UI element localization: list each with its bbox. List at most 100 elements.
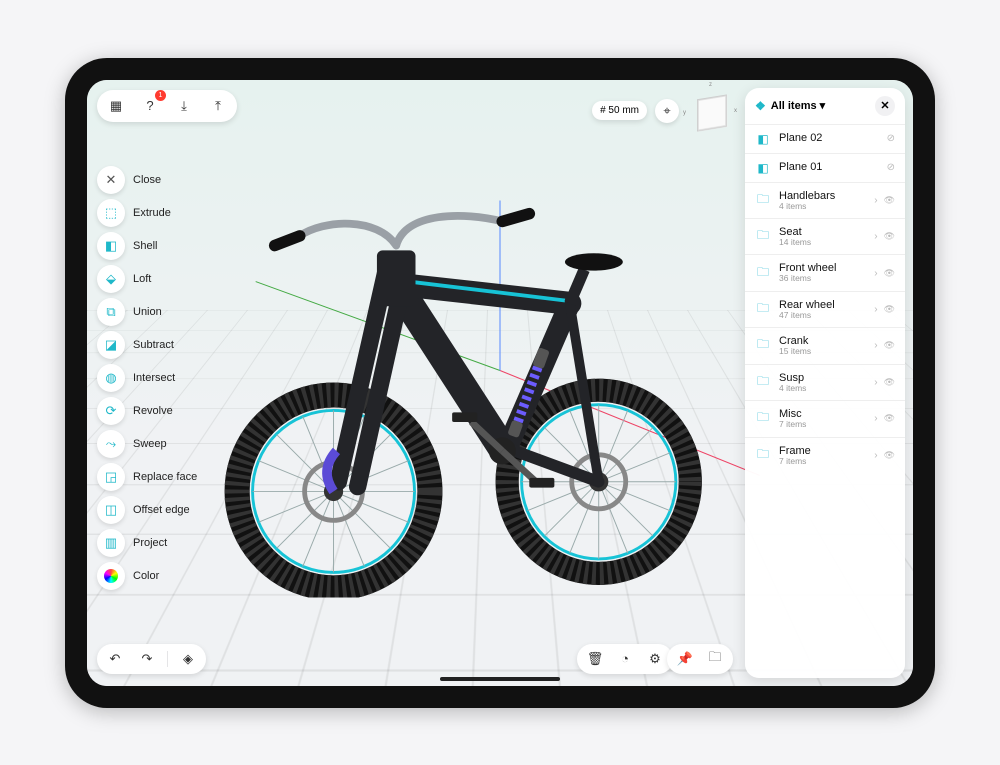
shell-icon: ◧: [97, 232, 125, 260]
close-panel-icon[interactable]: ✕: [875, 96, 895, 116]
chevron-right-icon[interactable]: ›: [874, 231, 877, 242]
tool-label: Union: [133, 306, 162, 318]
top-right-toolbar: # 50 mm ⌖ x y z: [592, 90, 733, 132]
view-cube[interactable]: x y z: [691, 90, 733, 132]
outline-row[interactable]: 🗀Rear wheel47 items›👁: [745, 291, 905, 327]
visibility-icon[interactable]: 👁: [884, 231, 895, 242]
union-icon: ⧉: [97, 298, 125, 326]
grid-size-chip[interactable]: # 50 mm: [592, 101, 647, 120]
viewcube-z: z: [709, 82, 712, 88]
visibility-icon[interactable]: 👁: [884, 377, 895, 388]
chevron-right-icon[interactable]: ›: [874, 340, 877, 351]
folder-icon: 🗀: [755, 372, 771, 393]
pin-icon[interactable]: 📌: [673, 647, 697, 671]
bottom-left-toolbar: ↶ ↷ ◈: [97, 644, 206, 674]
model-preview[interactable]: [213, 192, 753, 597]
offset-edge-icon: ◫: [97, 496, 125, 524]
visibility-icon[interactable]: 👁: [884, 304, 895, 315]
chevron-right-icon[interactable]: ›: [874, 450, 877, 461]
item-sub: 7 items: [779, 420, 866, 429]
hidden-icon[interactable]: ⊘: [887, 162, 895, 173]
outline-row[interactable]: ◧Plane 01⊘: [745, 153, 905, 182]
visibility-icon[interactable]: 👁: [884, 340, 895, 351]
outline-row[interactable]: 🗀Misc7 items›👁: [745, 400, 905, 436]
tool-label: Sweep: [133, 438, 167, 450]
settings-icon[interactable]: ⚙: [643, 647, 667, 671]
chevron-right-icon[interactable]: ›: [874, 413, 877, 424]
plane-icon: ◧: [755, 161, 771, 175]
folder-add-icon[interactable]: 🗀: [703, 647, 727, 671]
notification-badge: 1: [155, 90, 166, 101]
undo-icon[interactable]: ↶: [103, 647, 127, 671]
outline-row[interactable]: 🗀 Handlebars4 items › 👁: [745, 182, 905, 218]
redo-icon[interactable]: ↷: [135, 647, 159, 671]
tool-list: ✕ Close ⬚Extrude ◧ Shell ⬙Loft ⧉ Union ◪ Subtract…: [97, 166, 197, 590]
home-indicator: [440, 677, 560, 681]
item-name: Plane 02: [779, 132, 879, 144]
outline-row[interactable]: 🗀Frame7 items›👁: [745, 437, 905, 473]
tool-extrude[interactable]: ⬚Extrude: [97, 199, 197, 227]
project-icon: ▥: [97, 529, 125, 557]
tool-replace-face[interactable]: ◲ Replace face: [97, 463, 197, 491]
tool-sweep[interactable]: ⤳Sweep: [97, 430, 197, 458]
outline-row[interactable]: ◧ Plane 02 ⊘: [745, 124, 905, 153]
chevron-right-icon[interactable]: ›: [874, 268, 877, 279]
item-name: Frame: [779, 445, 866, 457]
item-sub: 7 items: [779, 457, 866, 466]
outline-row[interactable]: 🗀Front wheel36 items›👁: [745, 254, 905, 290]
outline-row[interactable]: 🗀Seat14 items›👁: [745, 218, 905, 254]
trash-icon[interactable]: 🗑: [583, 647, 607, 671]
chevron-right-icon[interactable]: ›: [874, 377, 877, 388]
tool-union[interactable]: ⧉ Union: [97, 298, 197, 326]
tool-close[interactable]: ✕ Close: [97, 166, 197, 194]
extrude-icon: ⬚: [97, 199, 125, 227]
outline-panel: ❖ All items ▾ ✕ ◧Plane 02⊘◧Plane 01⊘🗀Han…: [745, 88, 905, 678]
tool-label: Subtract: [133, 339, 174, 351]
tool-label: Offset edge: [133, 504, 190, 516]
tool-shell[interactable]: ◧ Shell: [97, 232, 197, 260]
item-sub: 4 items: [779, 384, 866, 393]
viewcube-x: x: [734, 108, 737, 114]
tool-project[interactable]: ▥Project: [97, 529, 197, 557]
tool-label: Shell: [133, 240, 157, 252]
layers-icon[interactable]: ◈: [176, 647, 200, 671]
apps-icon[interactable]: ▦: [103, 93, 129, 119]
tool-label: Color: [133, 570, 159, 582]
outline-row[interactable]: 🗀 Susp4 items › 👁: [745, 364, 905, 400]
ipad-frame: ▦ ? 1 ⤓ ⤒ # 50 mm ⌖ x y z ✕ Close ⬚Extrude…: [65, 58, 935, 708]
outline-row[interactable]: 🗀Crank15 items›👁: [745, 327, 905, 363]
import-icon[interactable]: ⤓: [171, 93, 197, 119]
outline-title[interactable]: All items ▾: [771, 99, 825, 112]
visibility-icon[interactable]: 👁: [884, 268, 895, 279]
close-icon: ✕: [97, 166, 125, 194]
item-sub: 4 items: [779, 202, 866, 211]
tool-loft[interactable]: ⬙Loft: [97, 265, 197, 293]
loft-icon: ⬙: [97, 265, 125, 293]
tool-revolve[interactable]: ⟳Revolve: [97, 397, 197, 425]
replace-face-icon: ◲: [97, 463, 125, 491]
tool-offset-edge[interactable]: ◫ Offset edge: [97, 496, 197, 524]
bottom-right-toolbar: 📌 🗀: [667, 644, 733, 674]
hidden-icon[interactable]: ⊘: [887, 133, 895, 144]
folder-icon: 🗀: [755, 190, 771, 211]
export-icon[interactable]: ⤒: [205, 93, 231, 119]
visibility-icon[interactable]: 👁: [884, 195, 895, 206]
app-screen: ▦ ? 1 ⤓ ⤒ # 50 mm ⌖ x y z ✕ Close ⬚Extrude…: [87, 80, 913, 686]
tool-label: Replace face: [133, 471, 197, 483]
item-name: Handlebars: [779, 190, 866, 202]
tool-label: Intersect: [133, 372, 175, 384]
user-icon[interactable]: ◔: [613, 647, 637, 671]
visibility-icon[interactable]: 👁: [884, 450, 895, 461]
tool-label: Close: [133, 174, 161, 186]
tool-intersect[interactable]: ◍Intersect: [97, 364, 197, 392]
chevron-right-icon[interactable]: ›: [874, 304, 877, 315]
help-icon[interactable]: ? 1: [137, 93, 163, 119]
chevron-right-icon[interactable]: ›: [874, 195, 877, 206]
subtract-icon: ◪: [97, 331, 125, 359]
visibility-icon[interactable]: 👁: [884, 413, 895, 424]
snap-icon[interactable]: ⌖: [655, 99, 679, 123]
tool-subtract[interactable]: ◪ Subtract: [97, 331, 197, 359]
item-name: Susp: [779, 372, 866, 384]
tool-color[interactable]: Color: [97, 562, 197, 590]
plane-icon: ◧: [755, 132, 771, 146]
